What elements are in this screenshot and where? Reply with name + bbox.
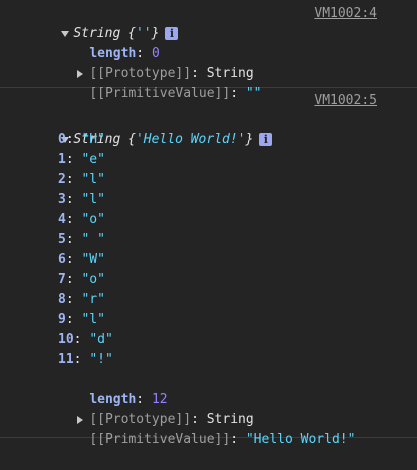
char-value: "H" bbox=[81, 132, 105, 147]
char-key: 9 bbox=[58, 312, 66, 327]
char-value: "l" bbox=[81, 172, 105, 187]
colon: : bbox=[65, 192, 82, 207]
char-row: 7: "o" bbox=[0, 270, 417, 290]
char-key: 1 bbox=[58, 152, 66, 167]
colon: : bbox=[65, 232, 82, 247]
char-key: 0 bbox=[58, 132, 66, 147]
char-row: 0: "H" bbox=[0, 130, 417, 150]
char-row: 5: " " bbox=[0, 230, 417, 250]
colon: : bbox=[230, 432, 246, 447]
char-row: 6: "W" bbox=[0, 250, 417, 270]
char-value: "e" bbox=[81, 152, 105, 167]
char-key: 11 bbox=[58, 352, 74, 367]
char-row: 11: "!" bbox=[0, 350, 417, 370]
char-key: 2 bbox=[58, 172, 66, 187]
char-value: " " bbox=[81, 232, 105, 247]
colon: : bbox=[65, 132, 82, 147]
object-header[interactable]: String {'Hello World!'} i bbox=[0, 110, 417, 147]
colon: : bbox=[65, 212, 82, 227]
primitive-row: [[PrimitiveValue]]: "" bbox=[0, 64, 417, 101]
char-value: "W" bbox=[81, 252, 105, 267]
char-value: "r" bbox=[81, 292, 105, 307]
char-row: 1: "e" bbox=[0, 150, 417, 170]
char-value: "l" bbox=[81, 192, 105, 207]
prototype-row[interactable]: [[Prototype]]: String bbox=[0, 390, 417, 427]
char-key: 10 bbox=[58, 332, 74, 347]
char-row: 10: "d" bbox=[0, 330, 417, 350]
char-key: 8 bbox=[58, 292, 66, 307]
prototype-row[interactable]: [[Prototype]]: String bbox=[0, 44, 417, 81]
char-value: "d" bbox=[89, 332, 113, 347]
property-value: "Hello World!" bbox=[245, 432, 356, 447]
char-row: 9: "l" bbox=[0, 310, 417, 330]
char-row: 8: "r" bbox=[0, 290, 417, 310]
colon: : bbox=[65, 312, 82, 327]
property-row: length: 12 bbox=[0, 370, 417, 407]
console-entry: VM1002:5 String {'Hello World!'} i 0: "H"… bbox=[0, 88, 417, 447]
colon: : bbox=[65, 252, 82, 267]
char-key: 7 bbox=[58, 272, 66, 287]
char-value: "o" bbox=[81, 272, 105, 287]
property-key: [[PrimitiveValue]] bbox=[89, 432, 231, 447]
char-key: 6 bbox=[58, 252, 66, 267]
console-entry: VM1002:4 String {''} i length: 0 [[Protot… bbox=[0, 0, 417, 101]
char-row: 2: "l" bbox=[0, 170, 417, 190]
char-value: "l" bbox=[81, 312, 105, 327]
char-key: 5 bbox=[58, 232, 66, 247]
char-value: "o" bbox=[81, 212, 105, 227]
colon: : bbox=[65, 152, 82, 167]
object-header[interactable]: String {''} i bbox=[0, 4, 417, 41]
char-value: "!" bbox=[89, 352, 113, 367]
colon: : bbox=[73, 332, 90, 347]
primitive-row: [[PrimitiveValue]]: "Hello World!" bbox=[0, 410, 417, 447]
colon: : bbox=[65, 172, 82, 187]
char-key: 4 bbox=[58, 212, 66, 227]
source-link[interactable]: VM1002:5 bbox=[314, 91, 377, 111]
colon: : bbox=[65, 272, 82, 287]
colon: : bbox=[73, 352, 90, 367]
char-row: 4: "o" bbox=[0, 210, 417, 230]
colon: : bbox=[65, 292, 82, 307]
char-row: 3: "l" bbox=[0, 190, 417, 210]
char-key: 3 bbox=[58, 192, 66, 207]
property-row: length: 0 bbox=[0, 24, 417, 61]
